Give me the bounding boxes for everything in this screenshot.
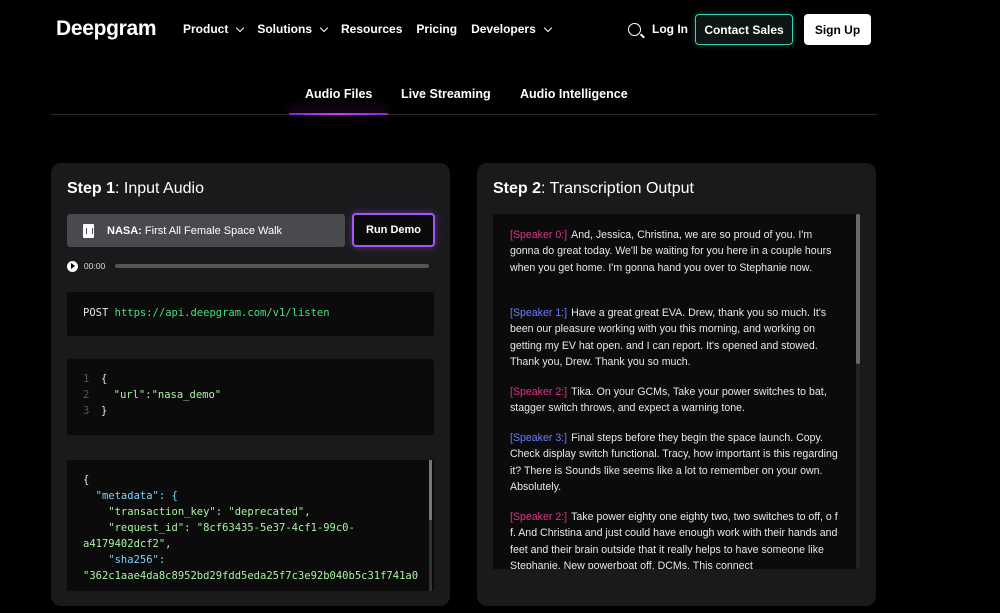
step1-title-bold: Step 1 (67, 180, 116, 197)
transcript-segment: [Speaker 3:] Final steps before they begi… (510, 430, 843, 495)
nav-product[interactable]: Product (183, 22, 245, 36)
code-line: { (83, 474, 90, 486)
deepgram-logo[interactable]: Deepgram (56, 17, 157, 41)
tab-audio-files[interactable]: Audio Files (288, 87, 389, 115)
main-nav: Product Solutions Resources Pricing Deve… (183, 22, 565, 36)
chevron-down-icon (543, 23, 553, 32)
code-line: "transaction_key": "deprecated", (83, 506, 311, 518)
search-icon[interactable] (628, 23, 641, 36)
login-link[interactable]: Log In (652, 22, 688, 36)
chevron-down-icon (236, 23, 245, 32)
nav-resources-label: Resources (341, 22, 403, 36)
audio-file-label: NASA: First All Female Space Walk (107, 225, 282, 237)
response-scrollbar-thumb[interactable] (429, 460, 432, 520)
play-icon[interactable] (67, 260, 78, 272)
request-line: POST https://api.deepgram.com/v1/listen (83, 307, 330, 319)
speaker-label: [Speaker 2:] (510, 386, 568, 398)
code-line: 3} (83, 405, 108, 417)
audio-file-select[interactable]: NASA: First All Female Space Walk (67, 214, 345, 247)
audio-player: 00:00 (67, 259, 429, 273)
code-line: 1{ (83, 373, 108, 385)
request-method: POST (83, 307, 109, 319)
speaker-label: [Speaker 1:] (510, 307, 568, 319)
run-demo-button[interactable]: Run Demo (352, 213, 435, 247)
nav-pricing[interactable]: Pricing (416, 22, 457, 36)
code-text: { (101, 373, 108, 385)
code-line: "362c1aae4da8c8952bd29fdd5eda25f7c3e92b0… (83, 570, 419, 582)
code-text: } (101, 405, 108, 417)
nav-resources[interactable]: Resources (341, 22, 402, 36)
tab-audio-intelligence[interactable]: Audio Intelligence (520, 87, 628, 101)
sign-up-button[interactable]: Sign Up (804, 14, 871, 45)
step2-title: Step 2: Transcription Output (493, 180, 694, 198)
transcription-panel: Step 2: Transcription Output [Speaker 0:… (477, 163, 876, 606)
speaker-label: [Speaker 3:] (510, 432, 568, 444)
chevron-down-icon (319, 23, 329, 32)
demo-tabs: Audio Files Live Streaming Audio Intelli… (51, 78, 877, 115)
transcript-output[interactable]: [Speaker 0:] And, Jessica, Christina, we … (493, 214, 860, 569)
step1-title: Step 1: Input Audio (67, 180, 204, 198)
nav-solutions-label: Solutions (257, 22, 313, 36)
speaker-label: [Speaker 2:] (510, 511, 568, 523)
request-body: 1{ 2 "url":"nasa_demo" 3} (67, 359, 434, 435)
tab-live-streaming[interactable]: Live Streaming (401, 87, 491, 101)
transcript-segment: [Speaker 2:] Take power eighty one eighty… (510, 509, 843, 569)
site-header: Deepgram Product Solutions Resources Pri… (0, 0, 1000, 60)
transcript-segment: [Speaker 0:] And, Jessica, Christina, we … (510, 227, 843, 276)
response-json[interactable]: { "metadata": { "transaction_key": "depr… (67, 460, 434, 591)
transcript-segment: [Speaker 2:] Tika. On your GCMs, Take you… (510, 384, 843, 417)
code-line: a4179402dcf2", (83, 538, 172, 550)
code-line: "metadata": { (83, 490, 178, 502)
contact-sales-button[interactable]: Contact Sales (695, 14, 793, 45)
request-url: https://api.deepgram.com/v1/listen (114, 307, 330, 319)
input-audio-panel: Step 1: Input Audio NASA: First All Fema… (51, 163, 450, 606)
audio-file-icon (83, 223, 94, 238)
nav-solutions[interactable]: Solutions (257, 22, 329, 36)
step2-title-bold: Step 2 (493, 180, 542, 197)
transcript-segment: [Speaker 1:] Have a great great EVA. Drew… (510, 305, 843, 370)
audio-progress-track[interactable] (115, 264, 429, 268)
code-line: "sha256": (83, 554, 166, 566)
nav-developers[interactable]: Developers (471, 22, 553, 36)
file-name: First All Female Space Walk (141, 224, 283, 237)
step2-title-rest: : Transcription Output (541, 180, 694, 197)
code-line: 2 "url":"nasa_demo" (83, 389, 222, 401)
file-source: NASA: (107, 224, 142, 237)
request-endpoint: POST https://api.deepgram.com/v1/listen (67, 292, 434, 336)
speaker-label: [Speaker 0:] (510, 229, 568, 241)
audio-time: 00:00 (83, 261, 106, 271)
nav-pricing-label: Pricing (416, 22, 458, 36)
transcript-scrollbar-thumb[interactable] (856, 214, 860, 364)
step1-title-rest: : Input Audio (115, 180, 204, 197)
code-line: "request_id": "8cf63435-5e37-4cf1-99c0- (83, 522, 355, 534)
nav-developers-label: Developers (471, 22, 536, 36)
code-text: "url":"nasa_demo" (101, 389, 222, 401)
nav-product-label: Product (183, 22, 229, 36)
